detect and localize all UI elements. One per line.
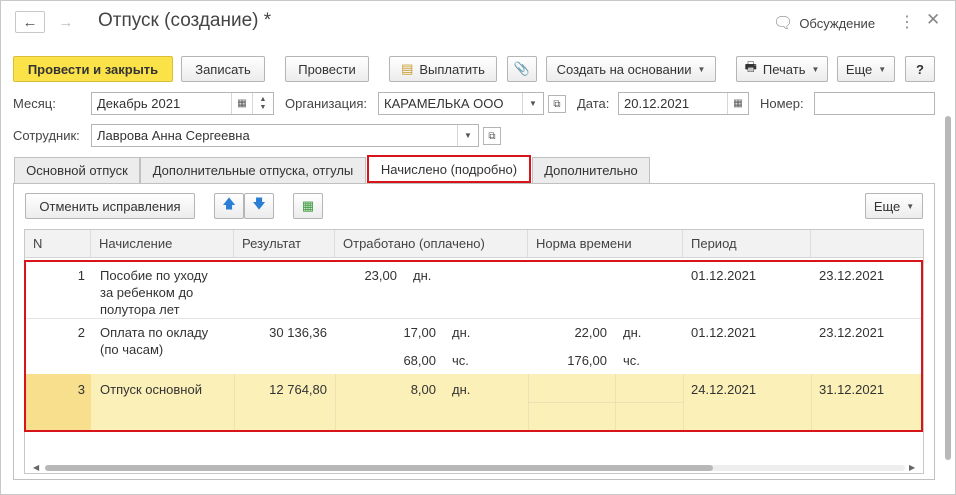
date-label: Дата: xyxy=(577,96,610,111)
tab-main-vacation[interactable]: Основной отпуск xyxy=(14,157,140,183)
arrow-down-icon: 🡇 xyxy=(252,196,266,211)
chevron-down-icon: ▼ xyxy=(878,64,887,74)
month-label: Месяц: xyxy=(13,96,56,111)
calendar-icon[interactable]: ▦ xyxy=(727,93,748,114)
rows-highlight-frame xyxy=(24,260,923,432)
chevron-down-icon: ▼ xyxy=(906,201,915,211)
employee-value: Лаврова Анна Сергеевна xyxy=(97,128,250,143)
grid-more-label: Еще xyxy=(873,198,901,214)
column-header-worked[interactable]: Отработано (оплачено) xyxy=(335,230,528,258)
post-button[interactable]: Провести xyxy=(285,56,369,82)
pay-label: Выплатить xyxy=(419,61,485,77)
number-field[interactable] xyxy=(814,92,935,115)
back-button[interactable]: ← xyxy=(15,11,45,33)
month-field[interactable]: Декабрь 2021 ▦ ▲ ▼ xyxy=(91,92,274,115)
employee-label: Сотрудник: xyxy=(13,128,80,143)
more-vertical-icon[interactable]: ⋮ xyxy=(899,12,915,32)
attach-button[interactable]: 📎 xyxy=(507,56,537,82)
month-value: Декабрь 2021 xyxy=(97,96,181,111)
chevron-down-icon[interactable]: ▼ xyxy=(522,93,543,114)
scroll-thumb[interactable] xyxy=(45,465,713,471)
arrow-up-icon: 🡅 xyxy=(222,196,236,211)
open-employee-icon[interactable]: ⧉ xyxy=(483,127,501,145)
save-button[interactable]: Записать xyxy=(181,56,265,82)
grid-more-button[interactable]: Еще ▼ xyxy=(865,193,923,219)
paperclip-icon: 📎 xyxy=(513,61,531,76)
scroll-right-icon[interactable]: ▶ xyxy=(909,463,915,472)
column-header-accrual[interactable]: Начисление xyxy=(91,230,234,258)
move-up-button[interactable]: 🡅 xyxy=(214,193,244,219)
open-organization-icon[interactable]: ⧉ xyxy=(548,95,566,113)
month-stepper[interactable]: ▲ ▼ xyxy=(252,93,273,114)
chat-icon: 🗨 xyxy=(773,15,794,32)
chevron-down-icon: ▼ xyxy=(811,64,820,74)
close-icon[interactable]: ✕ xyxy=(926,10,940,30)
post-and-close-button[interactable]: Провести и закрыть xyxy=(13,56,173,82)
date-value: 20.12.2021 xyxy=(624,96,690,111)
scroll-thumb[interactable] xyxy=(945,116,951,460)
more-button[interactable]: Еще ▼ xyxy=(837,56,895,82)
number-label: Номер: xyxy=(760,96,804,111)
window-title: Отпуск (создание) * xyxy=(98,10,272,31)
chevron-down-icon: ▼ xyxy=(697,64,706,74)
calendar-icon[interactable]: ▦ xyxy=(231,93,252,114)
document-icon: ▤ xyxy=(401,61,414,76)
create-based-on-button[interactable]: Создать на основании ▼ xyxy=(546,56,716,82)
arrow-right-icon: → xyxy=(58,13,74,31)
organization-field[interactable]: КАРАМЕЛЬКА ООО ▼ xyxy=(378,92,544,115)
column-header-norm[interactable]: Норма времени xyxy=(528,230,683,258)
add-column-button[interactable]: ▦ xyxy=(293,193,323,219)
tab-additional[interactable]: Дополнительно xyxy=(532,157,650,183)
organization-label: Организация: xyxy=(285,96,368,111)
printer-icon: 🖶 xyxy=(744,59,757,74)
cancel-corrections-button[interactable]: Отменить исправления xyxy=(25,193,195,219)
column-header-result[interactable]: Результат xyxy=(234,230,335,258)
arrow-left-icon: ← xyxy=(22,13,38,31)
horizontal-scrollbar[interactable]: ◀ ▶ xyxy=(33,463,919,473)
pay-button[interactable]: ▤ Выплатить xyxy=(389,56,497,82)
table-add-icon: ▦ xyxy=(301,198,315,213)
date-field[interactable]: 20.12.2021 ▦ xyxy=(618,92,749,115)
chevron-down-icon[interactable]: ▼ xyxy=(457,125,478,146)
column-header-n[interactable]: N xyxy=(25,230,91,258)
move-down-button[interactable]: 🡇 xyxy=(244,193,274,219)
scroll-left-icon[interactable]: ◀ xyxy=(33,463,39,472)
create-based-label: Создать на основании xyxy=(556,61,692,77)
print-button[interactable]: 🖶 Печать ▼ xyxy=(736,56,828,82)
tab-additional-vacations[interactable]: Дополнительные отпуска, отгулы xyxy=(140,157,366,183)
column-header-period[interactable]: Период xyxy=(683,230,811,258)
column-header-period-end[interactable] xyxy=(811,230,923,258)
discussion-label: Обсуждение xyxy=(799,15,876,31)
more-label: Еще xyxy=(845,61,873,77)
organization-value: КАРАМЕЛЬКА ООО xyxy=(384,96,504,111)
vertical-scrollbar[interactable] xyxy=(943,114,953,480)
print-label: Печать xyxy=(762,61,806,77)
tab-accrued-detailed[interactable]: Начислено (подробно) xyxy=(367,155,531,183)
employee-field[interactable]: Лаврова Анна Сергеевна ▼ xyxy=(91,124,479,147)
discussion-link[interactable]: 🗨 Обсуждение xyxy=(773,13,875,33)
forward-button[interactable]: → xyxy=(51,11,81,33)
help-button[interactable]: ? xyxy=(905,56,935,82)
